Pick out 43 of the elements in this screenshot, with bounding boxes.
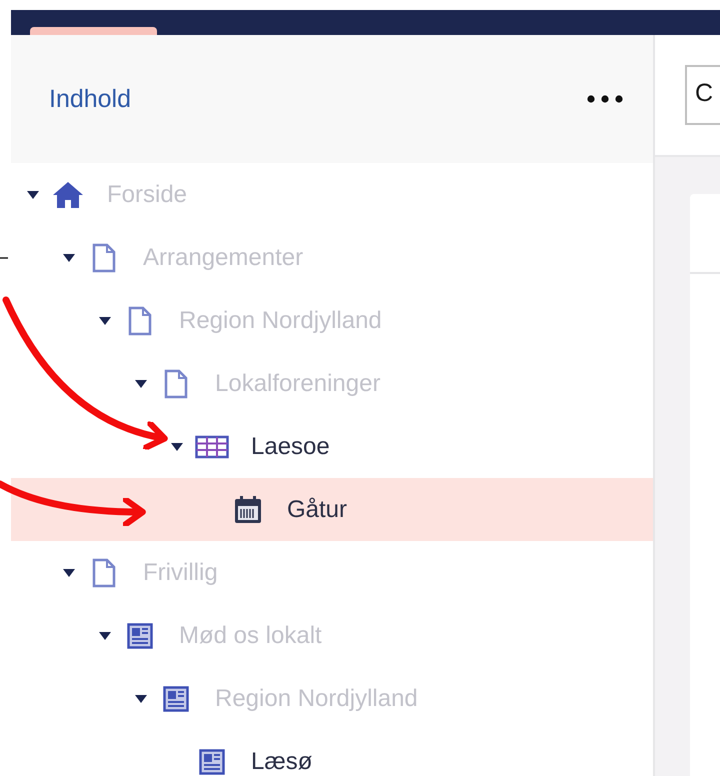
caret-icon[interactable]: [99, 316, 111, 326]
article-icon: [127, 622, 153, 648]
sidebar-title: Indhold: [49, 84, 132, 114]
caret-icon[interactable]: [63, 252, 75, 262]
item-label: Laesoe: [251, 432, 330, 460]
document-icon: [128, 306, 152, 336]
tree-item[interactable]: Forside: [11, 163, 653, 226]
tab-marker[interactable]: [30, 27, 157, 35]
article-icon: [163, 686, 189, 712]
article-icon: [199, 748, 225, 774]
item-label: Region Nordjylland: [215, 684, 418, 712]
tree-item[interactable]: Mød os lokalt: [11, 604, 653, 667]
caret-icon[interactable]: [171, 442, 183, 452]
leader-line: [0, 257, 8, 259]
caret-icon[interactable]: [63, 568, 75, 578]
item-label: Gåtur: [287, 496, 348, 524]
item-label: Frivillig: [143, 558, 218, 586]
caret-icon[interactable]: [135, 694, 147, 704]
item-label: Arrangementer: [143, 244, 304, 272]
home-icon: [51, 180, 85, 210]
caret-icon[interactable]: [27, 190, 39, 200]
more-icon[interactable]: [587, 95, 623, 103]
caret-icon[interactable]: [135, 378, 147, 388]
item-label: Forside: [107, 180, 188, 208]
item-label: Region Nordjylland: [179, 306, 382, 334]
item-label: Lokalforeninger: [215, 370, 380, 398]
caret-icon[interactable]: [99, 630, 111, 640]
tree-item[interactable]: Gåtur: [11, 478, 653, 541]
item-label: Læsø: [251, 748, 312, 776]
tree-item[interactable]: Lokalforeninger: [11, 352, 653, 415]
calendar-icon: [233, 494, 263, 524]
input-field[interactable]: C: [685, 65, 720, 125]
tree-item[interactable]: Region Nordjylland: [11, 667, 653, 730]
document-icon: [92, 558, 116, 588]
document-icon: [92, 242, 116, 272]
tree-item[interactable]: Laesoe: [11, 415, 653, 478]
tree-item[interactable]: Læsø: [11, 730, 653, 776]
table-icon: [195, 434, 229, 458]
item-label: Mød os lokalt: [179, 622, 322, 650]
document-icon: [164, 368, 188, 398]
tree-item[interactable]: Region Nordjylland: [11, 289, 653, 352]
tree-item[interactable]: Arrangementer: [11, 226, 653, 289]
tree-item[interactable]: Frivillig: [11, 541, 653, 604]
